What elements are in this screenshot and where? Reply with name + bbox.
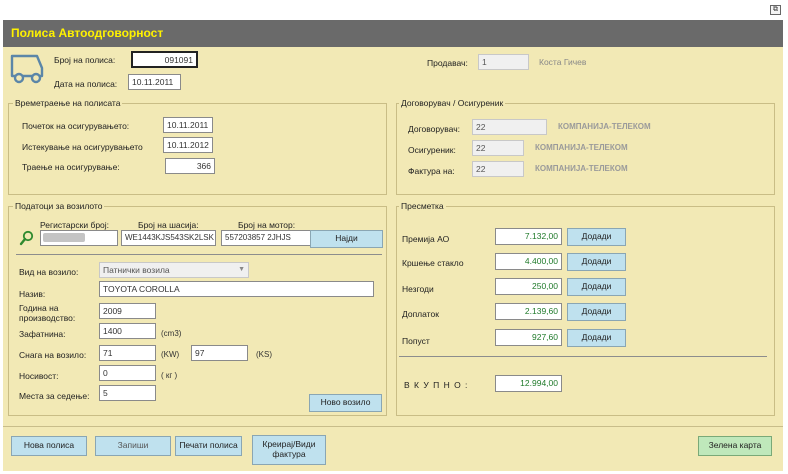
calculation-group-title: Пресметка [399, 201, 446, 211]
calc-row-value-premium[interactable]: 7.132,00 [495, 228, 562, 245]
insured-code-input[interactable]: 22 [472, 140, 524, 156]
policy-form: Број на полиса: 091091 Дата на полиса: 1… [3, 47, 783, 427]
print-policy-button[interactable]: Печати полиса [175, 436, 242, 456]
calc-row-label-premium: Премија АО [402, 234, 450, 244]
policy-number-input[interactable]: 091091 [131, 51, 198, 68]
save-button[interactable]: Запиши [95, 436, 171, 456]
calc-row-label-accidents: Незгоди [402, 284, 434, 294]
invoice-button-line2: фактура [272, 449, 306, 459]
power-kw-unit: (KW) [161, 350, 180, 359]
find-button[interactable]: Најди [310, 230, 383, 248]
vehicle-name-label: Назив: [19, 289, 46, 299]
seller-code-input[interactable]: 1 [478, 54, 529, 70]
end-date-input[interactable]: 10.11.2012 [163, 137, 213, 153]
vehicle-name-input[interactable]: TOYOTA COROLLA [99, 281, 374, 297]
capacity-input[interactable]: 0 [99, 365, 156, 381]
vehicle-type-label: Вид на возило: [19, 267, 79, 277]
production-year-label-line1: Година на [19, 303, 59, 313]
calc-row-value-surcharge[interactable]: 2.139,60 [495, 303, 562, 320]
invoice-label: Фактура на: [408, 166, 455, 176]
contractor-label: Договорувач: [408, 124, 461, 134]
end-date-label: Истекување на осигурувањето [22, 142, 143, 152]
search-icon[interactable] [19, 230, 35, 246]
invoice-code-input[interactable]: 22 [472, 161, 524, 177]
restore-window-icon[interactable]: ⧉ [770, 5, 781, 15]
calc-row-label-glass: Кршење стакло [402, 258, 464, 268]
calc-row-value-accidents[interactable]: 250,00 [495, 278, 562, 295]
action-bar: Нова полиса Запиши Печати полиса Креирај… [3, 427, 783, 471]
engine-label: Број на мотор: [238, 220, 296, 230]
car-icon [9, 50, 45, 84]
add-premium-button[interactable]: Додади [567, 228, 626, 246]
start-date-label: Почеток на осигурувањето: [22, 121, 130, 131]
engine-volume-label: Зафатнина: [19, 329, 66, 339]
seller-name: Коста Гичев [539, 57, 587, 67]
total-label: В К У П Н О : [404, 380, 469, 390]
vehicle-separator [16, 254, 382, 255]
duration-days-input[interactable]: 366 [165, 158, 215, 174]
total-value: 12.994,00 [495, 375, 562, 392]
production-year-input[interactable]: 2009 [99, 303, 156, 319]
policy-date-label: Дата на полиса: [54, 79, 118, 89]
add-glass-button[interactable]: Додади [567, 253, 626, 271]
seats-input[interactable]: 5 [99, 385, 156, 401]
seller-label: Продавач: [427, 58, 468, 68]
calc-row-value-discount[interactable]: 927,60 [495, 329, 562, 346]
seats-label: Места за седење: [19, 391, 90, 401]
contract-group-title: Договорувач / Осигуреник [399, 98, 506, 108]
engine-input[interactable]: 557203857 2JHJS [221, 230, 317, 246]
start-date-input[interactable]: 10.11.2011 [163, 117, 213, 133]
capacity-label: Носивост: [19, 371, 59, 381]
add-accidents-button[interactable]: Додади [567, 278, 626, 296]
reg-number-blur [43, 233, 85, 242]
chassis-input[interactable]: WE1443KJS543SK2LSK [121, 230, 216, 246]
calc-row-label-discount: Попуст [402, 336, 430, 346]
contractor-name: КОМПАНИЈА-ТЕЛЕКОМ [558, 122, 651, 131]
capacity-unit: ( кг ) [161, 371, 178, 380]
vehicle-type-select[interactable]: Патнички возила ▼ [99, 262, 249, 278]
new-vehicle-button[interactable]: Ново возило [309, 394, 382, 412]
power-ks-unit: (KS) [256, 350, 272, 359]
calc-row-value-glass[interactable]: 4.400,00 [495, 253, 562, 270]
duration-days-label: Траење на осигурување: [22, 162, 120, 172]
policy-number-label: Број на полиса: [54, 55, 116, 65]
engine-volume-input[interactable]: 1400 [99, 323, 156, 339]
vehicle-group-title: Податоци за возилото [13, 201, 105, 211]
chevron-down-icon: ▼ [238, 266, 245, 273]
duration-group-title: Времетраење на полисата [13, 98, 123, 108]
add-discount-button[interactable]: Додади [567, 329, 626, 347]
reg-number-label: Регистарски број: [40, 220, 110, 230]
power-label: Снага на возило: [19, 350, 87, 360]
window-top-bar [0, 0, 788, 20]
form-title: Полиса Автоодговорност [11, 26, 164, 40]
form-title-bar: Полиса Автоодговорност [3, 20, 783, 47]
insured-label: Осигуреник: [408, 145, 456, 155]
chassis-label: Број на шасија: [138, 220, 199, 230]
calculation-separator [399, 356, 767, 357]
green-card-button[interactable]: Зелена карта [698, 436, 772, 456]
power-kw-input[interactable]: 71 [99, 345, 156, 361]
calc-row-label-surcharge: Доплаток [402, 309, 439, 319]
add-surcharge-button[interactable]: Додади [567, 303, 626, 321]
power-ks-input[interactable]: 97 [191, 345, 248, 361]
invoice-name: КОМПАНИЈА-ТЕЛЕКОМ [535, 164, 628, 173]
contractor-code-input[interactable]: 22 [472, 119, 547, 135]
vehicle-type-value: Патнички возила [103, 265, 170, 275]
engine-volume-unit: (cm3) [161, 329, 182, 338]
production-year-label: Година на производство: [19, 303, 75, 323]
new-policy-button[interactable]: Нова полиса [11, 436, 87, 456]
production-year-label-line2: производство: [19, 313, 76, 323]
insured-name: КОМПАНИЈА-ТЕЛЕКОМ [535, 143, 628, 152]
invoice-button[interactable]: Креирај/Види фактура [252, 435, 326, 465]
policy-date-input[interactable]: 10.11.2011 [128, 74, 181, 90]
